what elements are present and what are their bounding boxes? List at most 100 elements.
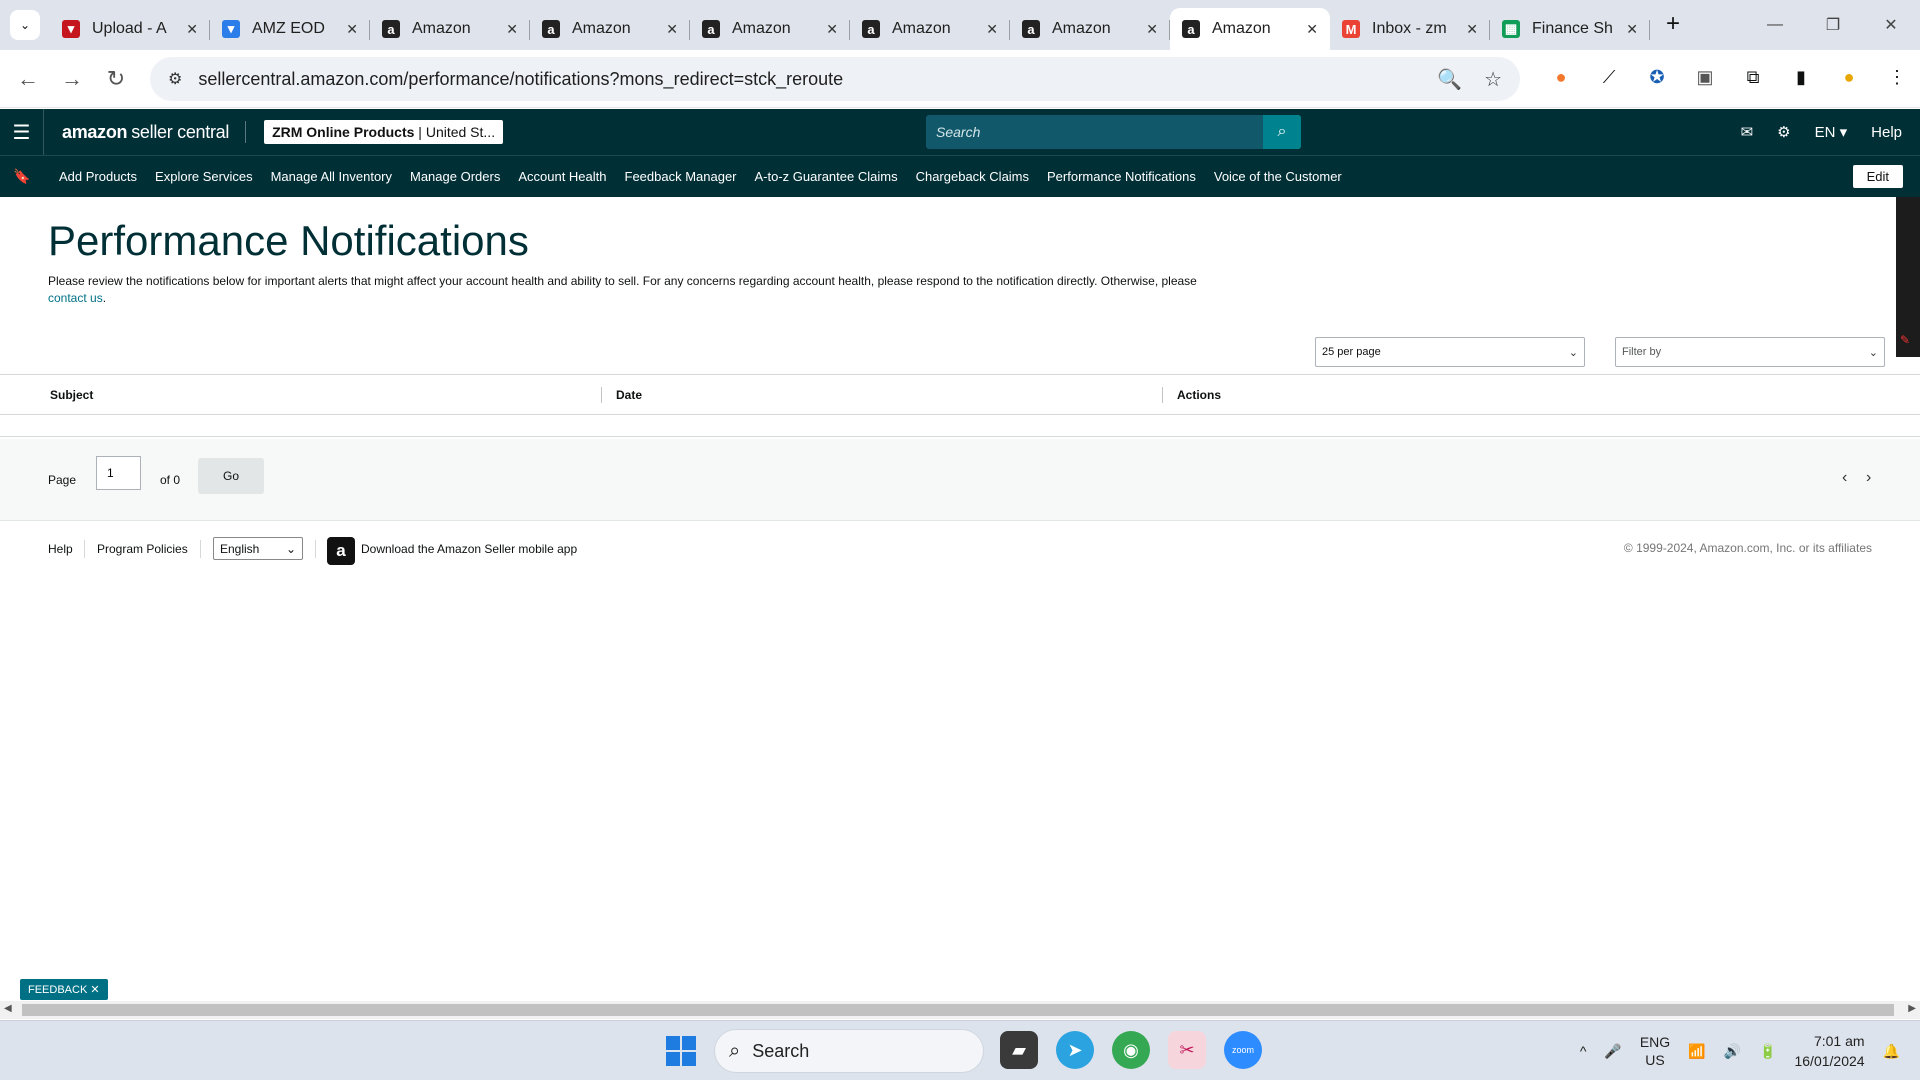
nav-item-manage-orders[interactable]: Manage Orders	[410, 169, 500, 184]
tab-search-button[interactable]: ⌄	[10, 10, 40, 40]
restore-icon[interactable]: ❐	[1804, 0, 1862, 50]
telegram-icon[interactable]: ➤	[1056, 1031, 1094, 1069]
input-language[interactable]: ENG US	[1640, 1033, 1670, 1069]
browser-tab[interactable]: a Amazon ✕	[530, 8, 690, 50]
notifications-bell-icon[interactable]: 🔔	[1883, 1043, 1900, 1060]
file-explorer-icon[interactable]: ▰	[1000, 1031, 1038, 1069]
url-field[interactable]: ⚙ sellercentral.amazon.com/performance/n…	[150, 57, 1520, 101]
back-button[interactable]: ←	[6, 57, 50, 101]
chevron-up-icon[interactable]: ^	[1580, 1043, 1587, 1059]
bookmark-star-icon[interactable]: ☆	[1484, 67, 1502, 92]
search-button[interactable]: ⌕	[1263, 115, 1301, 149]
amazon-app-icon[interactable]: a	[327, 537, 355, 565]
site-settings-icon[interactable]: ⚙	[168, 69, 182, 89]
browser-tab[interactable]: ▾ AMZ EOD ✕	[210, 8, 370, 50]
gear-icon[interactable]: ⚙	[1777, 123, 1790, 141]
close-icon[interactable]: ✕	[1466, 21, 1478, 38]
prev-page-icon[interactable]: ‹	[1842, 469, 1847, 487]
browser-tab[interactable]: M Inbox - zm ✕	[1330, 8, 1490, 50]
browser-tab[interactable]: ▾ Upload - A ✕	[50, 8, 210, 50]
browser-tab[interactable]: ▦ Finance Sh ✕	[1490, 8, 1650, 50]
close-window-icon[interactable]: ✕	[1862, 0, 1920, 50]
footer-divider	[315, 540, 316, 558]
bookmark-icon[interactable]: 🔖	[0, 168, 44, 185]
nav-item-voice-of-the-customer[interactable]: Voice of the Customer	[1214, 169, 1342, 184]
windows-start-icon[interactable]	[666, 1036, 696, 1066]
extension-circle-icon[interactable]: ●	[1548, 64, 1574, 90]
browser-tab[interactable]: a Amazon ✕	[690, 8, 850, 50]
program-policies-link[interactable]: Program Policies	[97, 542, 188, 556]
page-number-input[interactable]	[96, 456, 141, 490]
contact-us-link[interactable]: contact us	[48, 291, 103, 305]
extensions-puzzle-icon[interactable]: ⧉	[1740, 64, 1766, 90]
forward-button[interactable]: →	[50, 57, 94, 101]
taskbar-search[interactable]: ⌕ Search	[714, 1029, 984, 1073]
edit-nav-button[interactable]: Edit	[1852, 165, 1903, 188]
reload-button[interactable]: ↻	[94, 57, 138, 101]
next-page-icon[interactable]: ›	[1866, 469, 1871, 487]
horizontal-scrollbar[interactable]: ◀ ▶	[0, 1001, 1920, 1019]
snipping-tool-icon[interactable]: ✂	[1168, 1031, 1206, 1069]
seller-search-input[interactable]	[926, 115, 1263, 149]
amazon-a-icon: a	[1022, 20, 1040, 38]
menu-hamburger-icon[interactable]: ☰	[0, 109, 44, 155]
footer-help-link[interactable]: Help	[48, 542, 73, 556]
browser-tab[interactable]: a Amazon ✕	[370, 8, 530, 50]
extension-off-icon[interactable]: ▣	[1692, 64, 1718, 90]
filter-select[interactable]: Filter by ⌄	[1615, 337, 1885, 367]
wifi-icon[interactable]: 📶	[1688, 1043, 1705, 1060]
nav-item-add-products[interactable]: Add Products	[59, 169, 137, 184]
go-button[interactable]: Go	[198, 458, 264, 494]
zoom-app-icon[interactable]: zoom	[1224, 1031, 1262, 1069]
chrome-icon[interactable]: ◉	[1112, 1031, 1150, 1069]
nav-item-explore-services[interactable]: Explore Services	[155, 169, 253, 184]
extension-arrow-icon[interactable]: ⟋	[1596, 64, 1622, 90]
side-panel-icon[interactable]: ▮	[1788, 64, 1814, 90]
mobile-app-link[interactable]: Download the Amazon Seller mobile app	[361, 542, 577, 556]
close-icon[interactable]: ✕	[506, 21, 518, 38]
close-icon[interactable]: ✕	[90, 984, 99, 996]
nav-item-manage-all-inventory[interactable]: Manage All Inventory	[271, 169, 392, 184]
url-text[interactable]: sellercentral.amazon.com/performance/not…	[198, 69, 1415, 90]
extension-globe-icon[interactable]: ✪	[1644, 64, 1670, 90]
language-selector[interactable]: EN ▾	[1815, 123, 1848, 142]
mail-icon[interactable]: ✉	[1741, 123, 1754, 141]
browser-tab[interactable]: a Amazon ✕	[1010, 8, 1170, 50]
seller-central-logo[interactable]: amazon seller central	[62, 121, 247, 143]
clock[interactable]: 7:01 am 16/01/2024	[1794, 1031, 1864, 1071]
more-menu-icon[interactable]: ⋮	[1884, 64, 1910, 90]
browser-tab[interactable]: a Amazon ✕	[850, 8, 1010, 50]
nav-item-feedback-manager[interactable]: Feedback Manager	[625, 169, 737, 184]
profile-avatar-icon[interactable]: ●	[1836, 64, 1862, 90]
nav-item-account-health[interactable]: Account Health	[518, 169, 606, 184]
close-icon[interactable]: ✕	[986, 21, 998, 38]
minimize-icon[interactable]: —	[1746, 0, 1804, 50]
close-icon[interactable]: ✕	[666, 21, 678, 38]
column-date[interactable]: Date	[601, 387, 642, 403]
close-icon[interactable]: ✕	[826, 21, 838, 38]
battery-icon[interactable]: 🔋	[1759, 1043, 1776, 1060]
per-page-select[interactable]: 25 per page ⌄	[1315, 337, 1585, 367]
nav-item-chargeback-claims[interactable]: Chargeback Claims	[916, 169, 1029, 184]
close-icon[interactable]: ✕	[1146, 21, 1158, 38]
feedback-button[interactable]: FEEDBACK ✕	[20, 979, 108, 1000]
column-subject[interactable]: Subject	[50, 375, 93, 415]
browser-tab[interactable]: a Amazon ✕	[1170, 8, 1330, 50]
microphone-icon[interactable]: 🎤	[1604, 1043, 1621, 1060]
footer-language-select[interactable]: English ⌄	[213, 537, 303, 560]
close-icon[interactable]: ✕	[346, 21, 358, 38]
close-icon[interactable]: ✕	[186, 21, 198, 38]
scroll-left-icon[interactable]: ◀	[4, 1003, 12, 1014]
side-widget[interactable]: ✎	[1896, 197, 1920, 357]
close-icon[interactable]: ✕	[1626, 21, 1638, 38]
scroll-right-icon[interactable]: ▶	[1908, 1003, 1916, 1014]
help-link[interactable]: Help	[1871, 124, 1902, 141]
volume-icon[interactable]: 🔊	[1724, 1043, 1741, 1060]
zoom-icon[interactable]: 🔍	[1437, 67, 1462, 92]
scrollbar-thumb[interactable]	[22, 1004, 1894, 1016]
nav-item-a-to-z-guarantee-claims[interactable]: A-to-z Guarantee Claims	[755, 169, 898, 184]
store-selector[interactable]: ZRM Online Products | United St...	[264, 120, 504, 144]
nav-item-performance-notifications[interactable]: Performance Notifications	[1047, 169, 1196, 184]
close-icon[interactable]: ✕	[1306, 21, 1318, 38]
new-tab-button[interactable]: +	[1656, 7, 1690, 41]
